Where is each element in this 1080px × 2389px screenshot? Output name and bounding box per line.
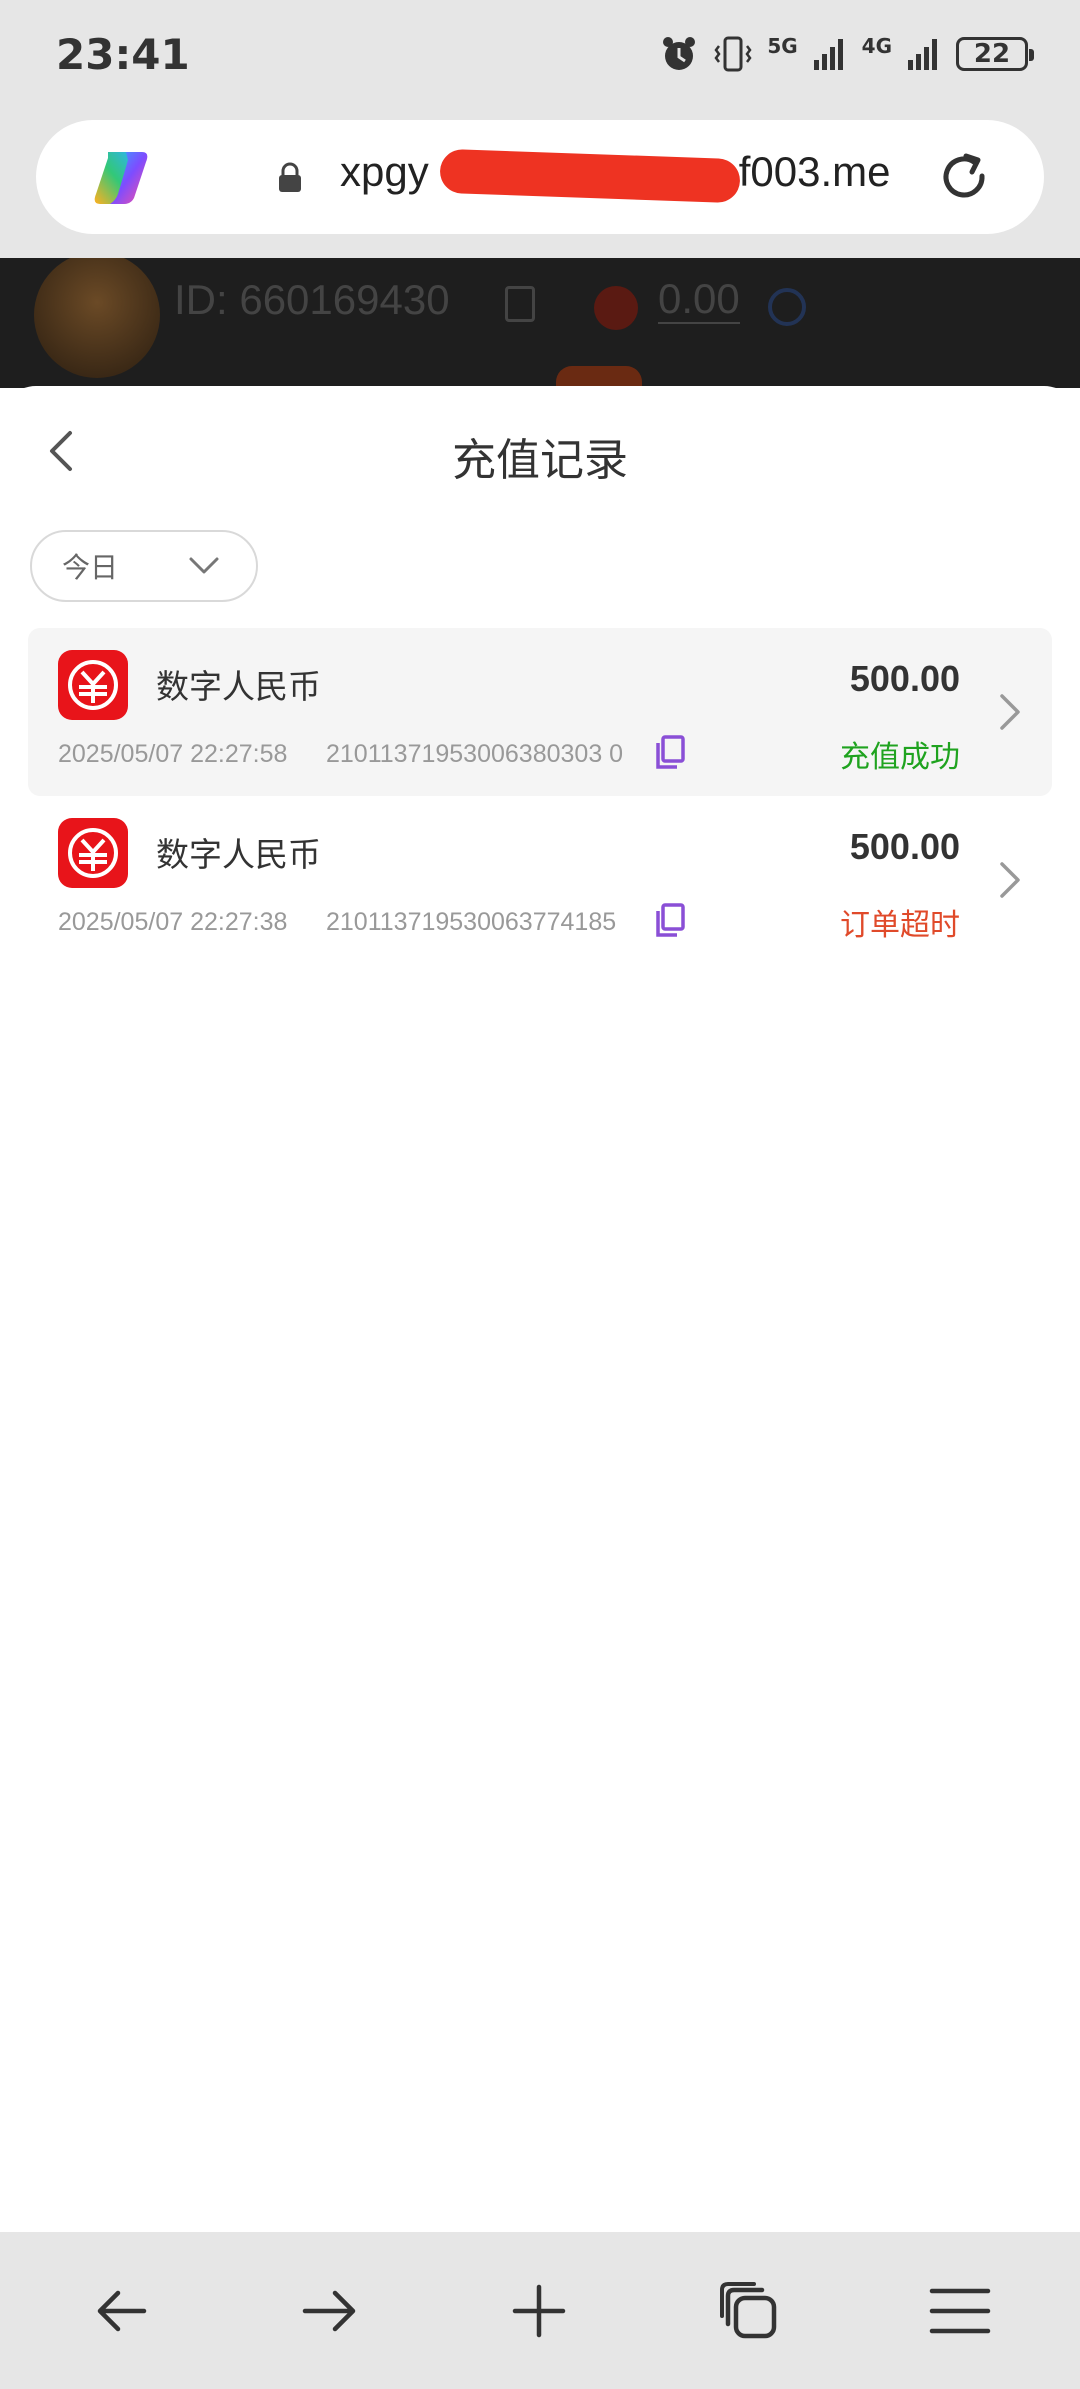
network-type-1: 5G <box>767 34 798 58</box>
chevron-right-icon <box>1000 694 1020 730</box>
url-start: xpgy <box>340 148 429 195</box>
tabs-button[interactable] <box>714 2276 784 2346</box>
status-icons: 5G 4G 22 <box>659 34 1034 74</box>
recharge-records-sheet: 充值记录 今日 数字人民币 500.00 2025/05/07 22:27:58… <box>0 386 1080 2232</box>
record-order-number: 210113719530063774185 <box>326 908 617 936</box>
status-bar: 23:41 5G 4G 22 <box>0 0 1080 118</box>
user-id: ID: 660169430 <box>174 276 450 323</box>
record-time: 2025/05/07 22:27:58 <box>58 740 288 768</box>
copy-icon[interactable] <box>654 902 686 938</box>
copilot-icon[interactable] <box>86 148 156 208</box>
record-amount: 500.00 <box>849 826 960 867</box>
menu-icon <box>929 2288 991 2334</box>
tabs-icon <box>720 2282 777 2339</box>
date-filter-dropdown[interactable]: 今日 <box>30 530 258 602</box>
new-tab-plus-icon <box>512 2284 566 2338</box>
menu-button[interactable] <box>925 2276 995 2346</box>
back-arrow-icon <box>97 2290 147 2332</box>
chevron-down-icon <box>189 557 219 574</box>
copy-icon[interactable] <box>654 734 686 770</box>
signal-icon <box>813 39 843 70</box>
battery-icon: 22 <box>956 37 1034 71</box>
battery-level: 22 <box>973 39 1011 69</box>
browser-toolbar: xpgy f003.me <box>0 118 1080 258</box>
status-time: 23:41 <box>56 30 190 79</box>
record-item[interactable]: 数字人民币 500.00 2025/05/07 22:27:58 2101137… <box>28 628 1052 796</box>
record-amount: 500.00 <box>849 658 960 699</box>
payment-method-name: 数字人民币 <box>156 667 321 706</box>
alarm-icon <box>663 37 696 70</box>
background-page-overlay: ID: 660169430 0.00 <box>0 258 1080 388</box>
status-badge: 充值成功 <box>840 740 960 775</box>
forward-nav-button[interactable] <box>295 2276 365 2346</box>
record-time: 2025/05/07 22:27:38 <box>58 908 288 936</box>
e-cny-icon <box>58 650 128 720</box>
vibrate-icon <box>714 36 752 72</box>
signal-icon <box>908 39 937 70</box>
e-cny-icon <box>58 818 128 888</box>
lock-icon <box>279 162 301 192</box>
chevron-right-icon <box>1000 862 1020 898</box>
balance: 0.00 <box>658 275 740 325</box>
avatar <box>34 258 160 378</box>
record-order-number: 21011371953006380303 0 <box>326 740 624 768</box>
coin-icon <box>594 286 638 330</box>
record-item[interactable]: 数字人民币 500.00 2025/05/07 22:27:38 2101137… <box>28 796 1052 964</box>
back-nav-button[interactable] <box>86 2276 156 2346</box>
network-type-2: 4G <box>861 34 892 58</box>
reload-icon[interactable] <box>936 150 992 206</box>
status-badge: 订单超时 <box>840 908 960 943</box>
browser-bottom-nav <box>0 2232 1080 2389</box>
address-bar[interactable]: xpgy f003.me <box>36 120 1044 234</box>
url-end: f003.me <box>738 148 891 195</box>
forward-arrow-icon <box>302 2290 356 2332</box>
refresh-icon <box>768 288 806 326</box>
page-title: 充值记录 <box>452 435 628 486</box>
badge <box>556 366 642 388</box>
payment-method-name: 数字人民币 <box>156 835 321 874</box>
new-tab-button[interactable] <box>504 2276 574 2346</box>
copy-icon <box>505 286 535 322</box>
date-filter-label: 今日 <box>62 551 119 584</box>
